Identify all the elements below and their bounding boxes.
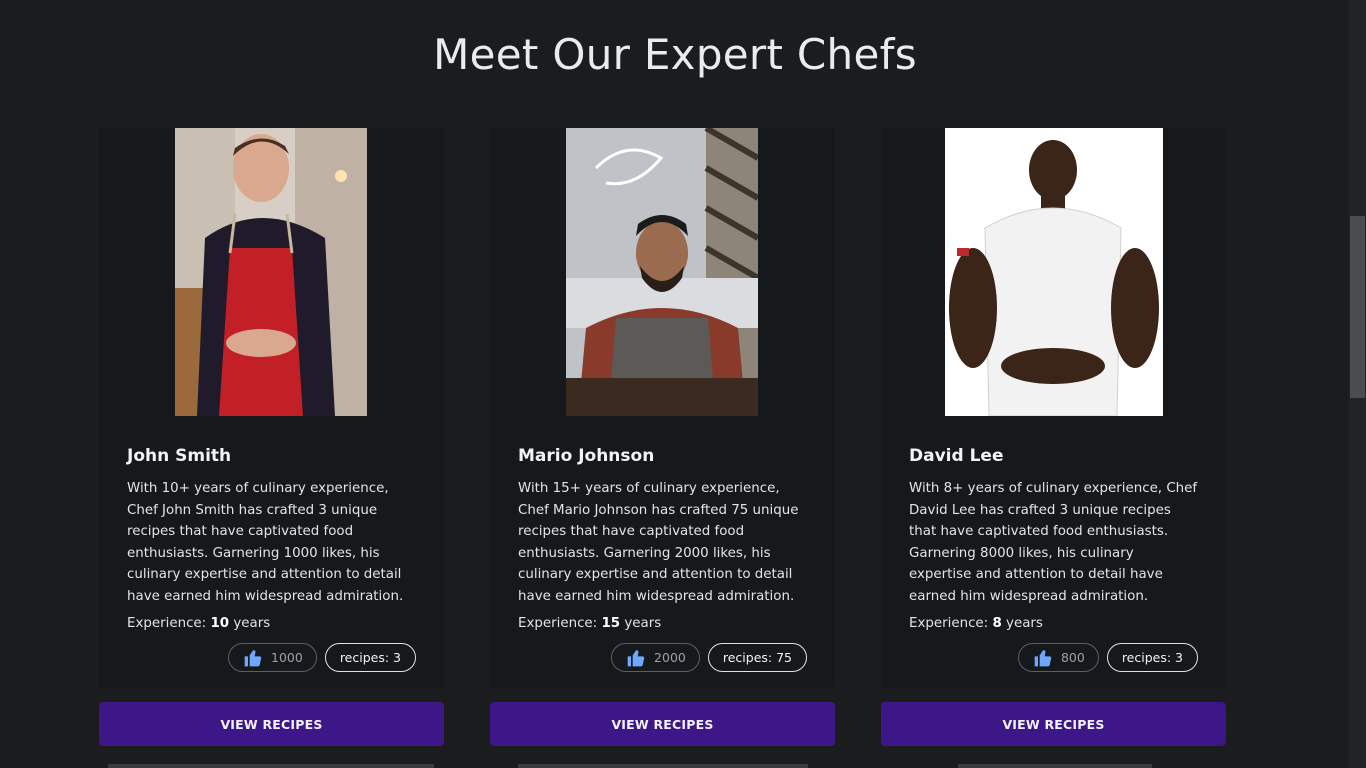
thumbs-up-icon [244, 649, 262, 666]
chef-name: Mario Johnson [518, 446, 655, 466]
next-card-edge [518, 764, 808, 768]
thumbs-up-icon [627, 649, 645, 666]
experience-years: 10 [210, 616, 230, 631]
likes-button[interactable]: 2000 [611, 643, 700, 672]
chef-card-david-lee: David Lee With 8+ years of culinary expe… [881, 128, 1226, 688]
likes-count: 800 [1060, 650, 1085, 665]
page-title: Meet Our Expert Chefs [433, 30, 917, 79]
view-recipes-button[interactable]: VIEW RECIPES [99, 702, 444, 746]
chef-card-john-smith: John Smith With 10+ years of culinary ex… [99, 128, 444, 688]
experience-label: Experience: [518, 616, 598, 631]
likes-count: 1000 [271, 650, 303, 665]
recipes-count-badge: recipes: 75 [707, 643, 807, 672]
experience-label: Experience: [909, 616, 989, 631]
likes-button[interactable]: 800 [1017, 643, 1099, 672]
likes-count: 2000 [654, 650, 686, 665]
chef-stats: 2000 recipes: 75 [611, 643, 807, 672]
chef-photo [175, 128, 367, 416]
chef-bio: With 10+ years of culinary experience, C… [127, 481, 404, 604]
chef-photo [566, 128, 758, 416]
recipes-count-badge: recipes: 3 [1106, 643, 1198, 672]
view-recipes-button[interactable]: VIEW RECIPES [490, 702, 835, 746]
chef-stats: 800 recipes: 3 [1017, 643, 1198, 672]
scrollbar-thumb[interactable] [1350, 216, 1365, 398]
experience-years: 8 [992, 616, 1002, 631]
chef-name: David Lee [909, 446, 1004, 466]
chef-photo [945, 128, 1163, 416]
thumbs-up-icon [1034, 649, 1052, 666]
experience-unit: years [233, 616, 271, 631]
chef-name: John Smith [127, 446, 232, 466]
experience-label: Experience: [127, 616, 207, 631]
chef-photo-frame [490, 128, 835, 416]
chef-photo-frame [99, 128, 444, 416]
chef-stats: 1000 recipes: 3 [228, 643, 416, 672]
next-card-edge [108, 764, 434, 768]
chef-photo-frame [881, 128, 1226, 416]
recipes-count-badge: recipes: 3 [324, 643, 416, 672]
chef-experience: Experience: 15 years [518, 616, 661, 631]
experience-unit: years [1006, 616, 1043, 631]
view-recipes-button[interactable]: VIEW RECIPES [881, 702, 1226, 746]
chef-bio: With 8+ years of culinary experience, Ch… [909, 481, 1198, 604]
experience-years: 15 [601, 616, 621, 631]
next-card-edge [958, 764, 1152, 768]
chef-experience: Experience: 8 years [909, 616, 1043, 631]
chef-card-mario-johnson: Mario Johnson With 15+ years of culinary… [490, 128, 835, 688]
chef-experience: Experience: 10 years [127, 616, 270, 631]
likes-button[interactable]: 1000 [228, 643, 317, 672]
experience-unit: years [624, 616, 662, 631]
chef-bio: With 15+ years of culinary experience, C… [518, 481, 799, 604]
